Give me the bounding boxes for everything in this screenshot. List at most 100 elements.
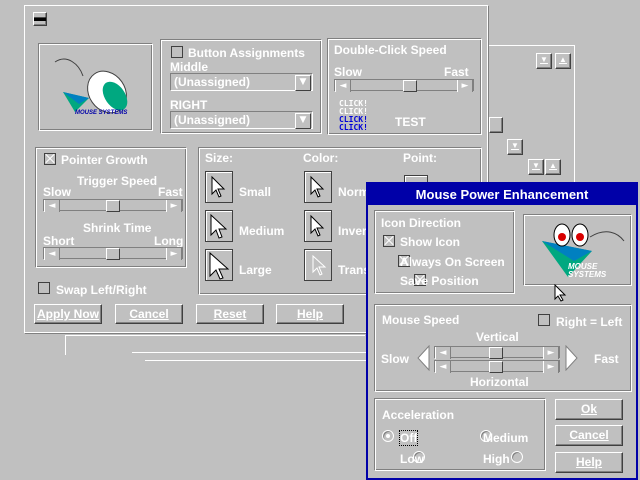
- dialog-cancel-button[interactable]: Cancel: [555, 425, 623, 446]
- accel-off-radio[interactable]: [382, 430, 394, 442]
- size-large-label: Large: [239, 263, 272, 277]
- scroll-left-icon[interactable]: ◄: [435, 347, 451, 359]
- size-small-button[interactable]: [205, 171, 233, 203]
- button-assignments-checkbox[interactable]: [171, 46, 183, 58]
- scroll-right-icon[interactable]: ►: [457, 80, 473, 92]
- size-medium-button[interactable]: [205, 210, 233, 242]
- color-inverse-button[interactable]: [304, 210, 332, 242]
- speed-slow-label: Slow: [381, 352, 410, 366]
- arrow-cursor-icon: [210, 213, 228, 239]
- double-click-label: Double-Click Speed: [334, 43, 447, 57]
- shrink-short-label: Short: [43, 234, 75, 248]
- accel-low-label: Low: [400, 452, 424, 466]
- bg-button-1[interactable]: [489, 117, 503, 133]
- size-medium-label: Medium: [239, 224, 285, 238]
- pointer-growth-group: Pointer Growth Trigger Speed Slow Fast ◄…: [35, 147, 187, 268]
- scroll-right-icon[interactable]: ►: [166, 200, 182, 212]
- accel-high-label: High: [483, 452, 510, 466]
- arrow-cursor-icon: [312, 254, 327, 276]
- trigger-fast-label: Fast: [158, 185, 183, 199]
- dropdown-arrow-icon[interactable]: ▼: [295, 113, 311, 129]
- middle-select[interactable]: (Unassigned) ▼: [170, 73, 313, 91]
- ok-button[interactable]: Ok: [555, 399, 623, 420]
- speed-right-arrow-icon[interactable]: [565, 345, 579, 371]
- save-position-label: Save Position: [400, 274, 479, 288]
- double-click-group: Double-Click Speed Slow Fast ◄ ► CLICK! …: [327, 38, 482, 135]
- trigger-speed-slider[interactable]: ◄ ►: [43, 199, 183, 212]
- trigger-speed-thumb[interactable]: [106, 200, 120, 212]
- show-icon-checkbox[interactable]: [383, 235, 395, 247]
- apply-now-button[interactable]: Apply Now: [34, 304, 102, 324]
- bg-line-3: [132, 352, 367, 353]
- dc-slow-label: Slow: [334, 65, 363, 79]
- icon-direction-group: Icon Direction Show Icon Always On Scree…: [374, 210, 515, 294]
- help-button[interactable]: Help: [276, 304, 344, 324]
- test-button[interactable]: TEST: [395, 115, 426, 129]
- system-menu-icon[interactable]: ▬: [33, 11, 47, 26]
- bg-scroll-down-button[interactable]: ▲: [555, 53, 571, 69]
- click-stack: CLICK! CLICK! CLICK! CLICK!: [339, 100, 368, 132]
- accel-medium-label: Medium: [483, 431, 529, 445]
- bg-line-2: [65, 335, 66, 355]
- button-assignments-group: Button Assignments Middle (Unassigned) ▼…: [160, 39, 322, 134]
- bg-button-4[interactable]: ▲: [545, 159, 561, 175]
- horizontal-speed-thumb[interactable]: [489, 361, 503, 373]
- cancel-button[interactable]: Cancel: [115, 304, 183, 324]
- right-equals-left-checkbox[interactable]: [538, 314, 550, 326]
- horizontal-label: Horizontal: [470, 375, 529, 389]
- color-label: Color:: [303, 151, 339, 165]
- speed-left-arrow-icon[interactable]: [417, 345, 431, 371]
- mouse-speed-group: Mouse Speed Right = Left Vertical Slow ◄…: [374, 304, 632, 392]
- color-normal-button[interactable]: [304, 171, 332, 203]
- double-click-slider[interactable]: ◄ ►: [334, 79, 474, 92]
- icon-direction-label: Icon Direction: [381, 216, 462, 230]
- shrink-time-label: Shrink Time: [83, 221, 152, 235]
- dialog-title-bar: Mouse Power Enhancement: [368, 184, 636, 205]
- shrink-long-label: Long: [154, 234, 184, 248]
- dialog-logo-panel: MOUSE SYSTEMS: [523, 214, 632, 286]
- bg-button-2[interactable]: ▼: [507, 139, 523, 155]
- vertical-speed-slider[interactable]: ◄ ►: [434, 346, 560, 359]
- dialog-title: Mouse Power Enhancement: [415, 187, 589, 202]
- color-inverse-label: Inver: [338, 224, 367, 238]
- horizontal-speed-slider[interactable]: ◄ ►: [434, 360, 560, 373]
- middle-label: Middle: [170, 60, 208, 74]
- scroll-right-icon[interactable]: ►: [543, 347, 559, 359]
- mouse-speed-label: Mouse Speed: [382, 313, 460, 327]
- vertical-speed-thumb[interactable]: [489, 347, 503, 359]
- swap-label: Swap Left/Right: [56, 283, 147, 297]
- size-small-label: Small: [239, 185, 272, 199]
- double-click-thumb[interactable]: [403, 80, 417, 92]
- color-transparent-button[interactable]: [304, 249, 332, 281]
- right-equals-left-label: Right = Left: [556, 315, 623, 329]
- pointer-growth-label: Pointer Growth: [61, 153, 148, 167]
- scroll-right-icon[interactable]: ►: [543, 361, 559, 373]
- size-large-button[interactable]: [205, 249, 233, 281]
- scroll-left-icon[interactable]: ◄: [335, 80, 351, 92]
- shrink-time-thumb[interactable]: [106, 248, 120, 260]
- speed-fast-label: Fast: [594, 352, 619, 366]
- button-assignments-label: Button Assignments: [188, 46, 305, 60]
- swap-checkbox[interactable]: [38, 282, 50, 294]
- scroll-left-icon[interactable]: ◄: [44, 248, 60, 260]
- pointer-growth-checkbox[interactable]: [44, 153, 56, 165]
- bg-button-3[interactable]: ▼: [528, 159, 544, 175]
- shrink-time-slider[interactable]: ◄ ►: [43, 247, 183, 260]
- dialog-help-button[interactable]: Help: [555, 452, 623, 473]
- point-label: Point:: [403, 151, 437, 165]
- bg-line-4: [145, 360, 367, 361]
- scroll-left-icon[interactable]: ◄: [435, 361, 451, 373]
- accel-high-radio[interactable]: [511, 451, 524, 463]
- dropdown-arrow-icon[interactable]: ▼: [295, 75, 311, 91]
- vertical-label: Vertical: [476, 330, 519, 344]
- reset-button[interactable]: Reset: [196, 304, 264, 324]
- arrow-cursor-icon: [310, 214, 325, 237]
- scroll-left-icon[interactable]: ◄: [44, 200, 60, 212]
- enhancement-dialog: Mouse Power Enhancement Icon Direction S…: [366, 182, 638, 480]
- scroll-right-icon[interactable]: ►: [166, 248, 182, 260]
- right-select[interactable]: (Unassigned) ▼: [170, 111, 313, 129]
- bg-scroll-up-button[interactable]: ▼: [536, 53, 552, 69]
- trigger-slow-label: Slow: [43, 185, 72, 199]
- always-on-screen-label: Always On Screen: [400, 255, 505, 269]
- arrow-cursor-icon: [211, 175, 226, 198]
